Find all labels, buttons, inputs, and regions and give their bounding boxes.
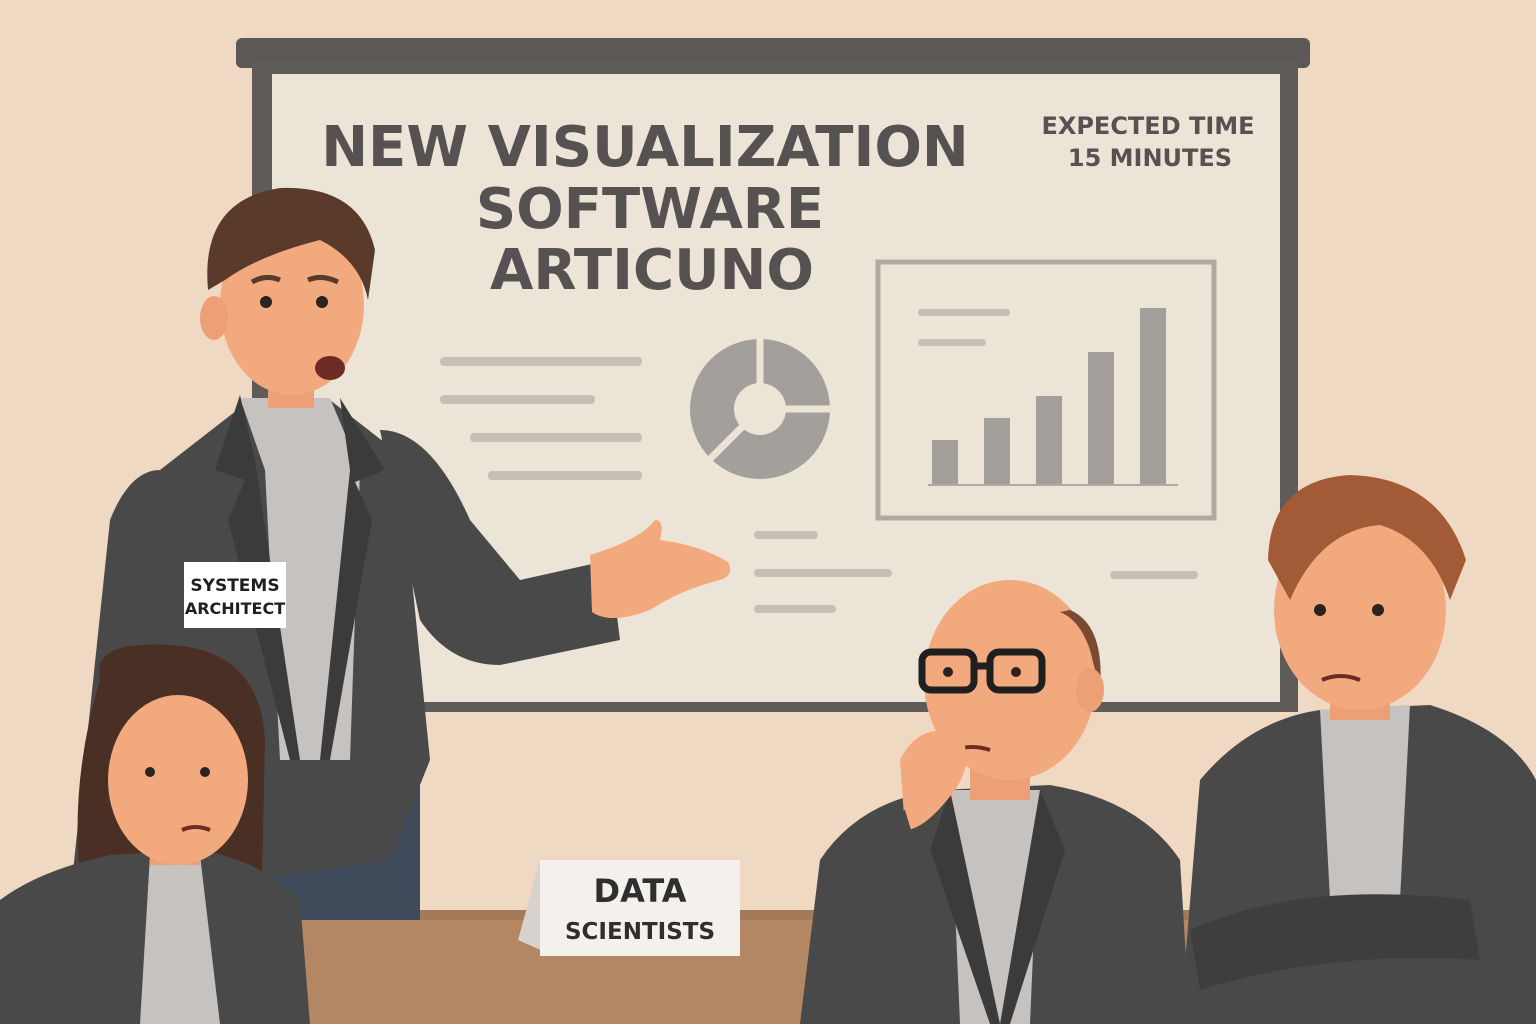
bar-5-cap: [1140, 308, 1166, 328]
meeting-scene: NEW VISUALIZATION SOFTWARE ARTICUNO EXPE…: [0, 0, 1536, 1024]
badge-line-2: ARCHITECT: [185, 599, 285, 618]
table-sign-line-2: SCIENTISTS: [565, 919, 715, 945]
screen-title-line-2: SOFTWARE: [476, 177, 824, 242]
presenter-badge: SYSTEMS ARCHITECT: [184, 562, 286, 628]
bar-5: [1140, 308, 1166, 484]
expected-time-value: 15 MINUTES: [1068, 144, 1232, 172]
bar-1: [932, 440, 958, 484]
table-sign: DATA SCIENTISTS: [518, 860, 740, 956]
bar-3: [1036, 396, 1062, 484]
screen-title-line-1: NEW VISUALIZATION: [321, 115, 969, 180]
screen-title-line-3: ARTICUNO: [490, 238, 814, 303]
table-sign-line-1: DATA: [594, 872, 687, 910]
bar-4: [1088, 352, 1114, 484]
bar-2: [984, 418, 1010, 484]
expected-time-label: EXPECTED TIME: [1041, 112, 1254, 140]
badge-line-1: SYSTEMS: [190, 576, 279, 596]
